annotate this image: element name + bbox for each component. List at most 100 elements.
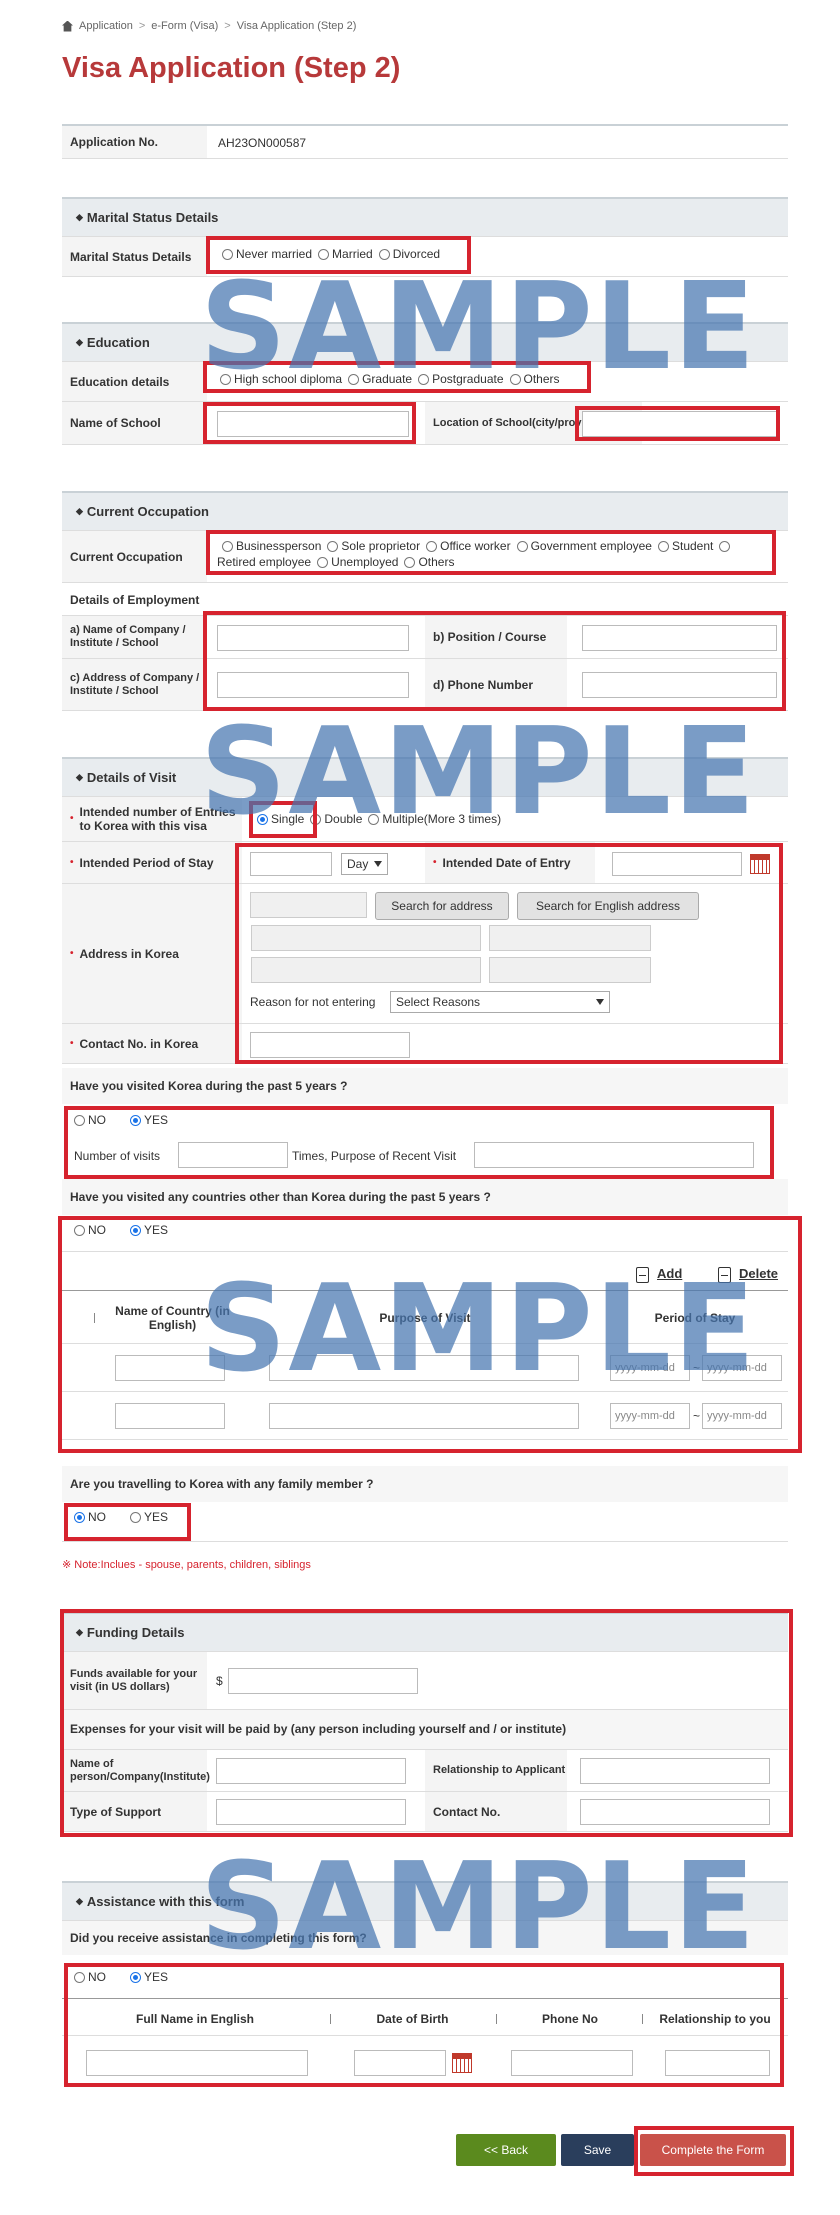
save-button[interactable]: Save bbox=[561, 2134, 634, 2166]
radio-married[interactable]: Married bbox=[318, 247, 373, 261]
assistance-question: Did you receive assistance in completing… bbox=[62, 1921, 788, 1955]
radio-family-yes[interactable]: YES bbox=[130, 1510, 168, 1524]
address-line1-input[interactable] bbox=[251, 925, 481, 951]
phone-number-label: d) Phone Number bbox=[425, 659, 567, 710]
radio-office-worker[interactable]: Office worker bbox=[426, 539, 511, 553]
search-english-address-button[interactable]: Search for English address bbox=[517, 892, 699, 920]
period-input[interactable] bbox=[250, 852, 332, 876]
other-countries-options: NO YES bbox=[74, 1223, 174, 1237]
radio-student[interactable]: Student bbox=[657, 539, 713, 553]
radio-never-married[interactable]: Never married bbox=[222, 247, 312, 261]
company-name-label: a) Name of Company / Institute / School bbox=[62, 616, 207, 658]
radio-korea-no[interactable]: NO bbox=[74, 1113, 106, 1127]
period-from-input[interactable]: yyyy-mm-dd bbox=[610, 1355, 690, 1381]
radio-double[interactable]: Double bbox=[310, 812, 362, 826]
support-row: Type of Support Contact No. bbox=[62, 1792, 788, 1832]
contact-korea-row: • Contact No. in Korea bbox=[62, 1024, 788, 1064]
radio-sole-proprietor[interactable]: Sole proprietor bbox=[327, 539, 420, 553]
breadcrumb-item[interactable]: e-Form (Visa) bbox=[151, 20, 218, 32]
radio-korea-yes[interactable]: YES bbox=[130, 1113, 168, 1127]
relationship-label: Relationship to Applicant bbox=[425, 1750, 567, 1791]
radio-assistance-no[interactable]: NO bbox=[74, 1970, 106, 1984]
school-name-input[interactable] bbox=[217, 411, 409, 437]
school-row: Name of School Location of School(city/p… bbox=[62, 402, 788, 445]
period-to-input[interactable]: yyyy-mm-dd bbox=[702, 1355, 782, 1381]
occupation-label: Current Occupation bbox=[62, 531, 207, 582]
family-note: ※ Note:Inclues - spouse, parents, childr… bbox=[62, 1559, 311, 1571]
search-address-button[interactable]: Search for address bbox=[375, 892, 509, 920]
radio-divorced[interactable]: Divorced bbox=[378, 247, 440, 261]
radio-postgraduate[interactable]: Postgraduate bbox=[418, 372, 504, 386]
entry-date-input[interactable] bbox=[612, 852, 742, 876]
reason-select[interactable]: Select Reasons bbox=[390, 991, 610, 1013]
radio-assistance-yes[interactable]: YES bbox=[130, 1970, 168, 1984]
radio-retired-employee[interactable] bbox=[719, 539, 733, 553]
visits-count-input[interactable] bbox=[178, 1142, 288, 1168]
calendar-icon[interactable] bbox=[452, 2053, 472, 2073]
payer-name-input[interactable] bbox=[216, 1758, 406, 1784]
support-type-label: Type of Support bbox=[62, 1792, 207, 1831]
assistance-section-title: Assistance with this form bbox=[86, 1894, 245, 1909]
radio-businessperson[interactable]: Businessperson bbox=[222, 539, 321, 553]
calendar-icon[interactable] bbox=[750, 854, 770, 874]
period-unit-select[interactable]: Day bbox=[341, 853, 388, 875]
company-name-input[interactable] bbox=[217, 625, 409, 651]
helper-relationship-input[interactable] bbox=[665, 2050, 770, 2076]
purpose-input[interactable] bbox=[269, 1355, 579, 1381]
radio-family-no[interactable]: NO bbox=[74, 1510, 106, 1524]
funding-contact-input[interactable] bbox=[580, 1799, 770, 1825]
helper-dob-input[interactable] bbox=[354, 2050, 446, 2076]
complete-form-button[interactable]: Complete the Form bbox=[640, 2134, 786, 2166]
radio-education-others[interactable]: Others bbox=[509, 372, 560, 386]
funds-label: Funds available for your visit (in US do… bbox=[62, 1652, 207, 1709]
add-button[interactable]: Add bbox=[636, 1266, 682, 1283]
postal-code-input[interactable] bbox=[250, 892, 367, 918]
radio-single[interactable]: Single bbox=[257, 812, 304, 826]
recent-visit-purpose-input[interactable] bbox=[474, 1142, 754, 1168]
address-line2-en-input[interactable] bbox=[489, 957, 651, 983]
address-line2-input[interactable] bbox=[251, 957, 481, 983]
relationship-input[interactable] bbox=[580, 1758, 770, 1784]
radio-government-employee[interactable]: Government employee bbox=[516, 539, 652, 553]
purpose-input[interactable] bbox=[269, 1403, 579, 1429]
application-number-row: Application No. AH23ON000587 bbox=[62, 124, 788, 159]
address-korea-label: • Address in Korea bbox=[62, 884, 242, 1023]
helper-name-input[interactable] bbox=[86, 2050, 308, 2076]
marital-section-title: Marital Status Details bbox=[86, 210, 219, 225]
support-type-input[interactable] bbox=[216, 1799, 406, 1825]
table-row: yyyy-mm-dd ~ yyyy-mm-dd bbox=[62, 1392, 788, 1440]
period-from-input[interactable]: yyyy-mm-dd bbox=[610, 1403, 690, 1429]
radio-high-school[interactable]: High school diploma bbox=[220, 372, 342, 386]
period-to-input[interactable]: yyyy-mm-dd bbox=[702, 1403, 782, 1429]
radio-retired-label[interactable]: Retired employee bbox=[217, 555, 311, 569]
entries-label: • Intended number of Entries to Korea wit… bbox=[62, 797, 242, 841]
address-korea-row: • Address in Korea Search for address Sea… bbox=[62, 884, 788, 1024]
country-input[interactable] bbox=[115, 1403, 225, 1429]
back-button[interactable]: << Back bbox=[456, 2134, 556, 2166]
address-line1-en-input[interactable] bbox=[489, 925, 651, 951]
school-location-input[interactable] bbox=[582, 411, 777, 437]
breadcrumb-item[interactable]: Application bbox=[79, 20, 133, 32]
position-input[interactable] bbox=[582, 625, 777, 651]
occupation-section-header: ◆ Current Occupation bbox=[62, 491, 788, 531]
table-row: yyyy-mm-dd ~ yyyy-mm-dd bbox=[62, 1344, 788, 1392]
radio-unemployed[interactable]: Unemployed bbox=[317, 555, 398, 569]
home-icon[interactable] bbox=[62, 20, 73, 32]
country-input[interactable] bbox=[115, 1355, 225, 1381]
employment-details-title: Details of Employment bbox=[70, 593, 200, 607]
radio-graduate[interactable]: Graduate bbox=[348, 372, 412, 386]
phone-number-input[interactable] bbox=[582, 672, 777, 698]
helper-phone-input[interactable] bbox=[511, 2050, 633, 2076]
radio-multiple[interactable]: Multiple(More 3 times) bbox=[368, 812, 501, 826]
period-row: • Intended Period of Stay Day • Intended D… bbox=[62, 842, 788, 884]
radio-other-no[interactable]: NO bbox=[74, 1223, 106, 1237]
radio-occupation-others[interactable]: Others bbox=[404, 555, 454, 569]
contact-korea-input[interactable] bbox=[250, 1032, 410, 1058]
education-options: High school diploma Graduate Postgraduat… bbox=[220, 372, 566, 386]
application-number-label: Application No. bbox=[62, 126, 207, 158]
school-name-label: Name of School bbox=[62, 402, 207, 444]
delete-button[interactable]: Delete bbox=[718, 1266, 778, 1283]
radio-other-yes[interactable]: YES bbox=[130, 1223, 168, 1237]
company-address-input[interactable] bbox=[217, 672, 409, 698]
funds-input[interactable] bbox=[228, 1668, 418, 1694]
